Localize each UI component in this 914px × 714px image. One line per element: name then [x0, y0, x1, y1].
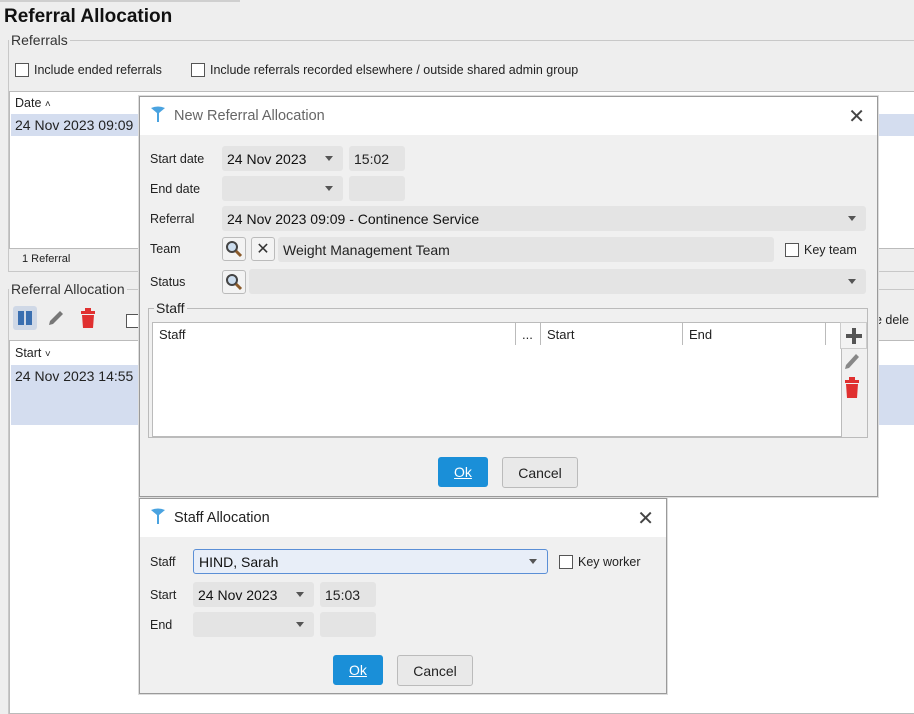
- sort-down-icon: ˅: [44, 349, 51, 360]
- include-ended-checkbox[interactable]: Include ended referrals: [15, 63, 162, 77]
- chevron-down-icon: [848, 279, 856, 284]
- dialog-title: New Referral Allocation: [174, 108, 325, 124]
- key-worker-label: Key worker: [578, 555, 641, 569]
- start-column-header[interactable]: Start ˅: [15, 346, 51, 360]
- close-icon[interactable]: ✕: [637, 506, 654, 531]
- dialog-title: Staff Allocation: [174, 510, 270, 526]
- staff-allocation-dialog: Staff Allocation ✕ Staff HIND, Sarah Key…: [139, 498, 667, 694]
- start-label: Start: [150, 588, 177, 602]
- page-title: Referral Allocation: [4, 6, 173, 27]
- chevron-down-icon: [296, 622, 304, 627]
- allocation-legend: Referral Allocation: [11, 281, 125, 297]
- include-ended-label: Include ended referrals: [34, 63, 162, 77]
- chevron-down-icon: [848, 216, 856, 221]
- chevron-down-icon: [296, 592, 304, 597]
- end-label: End: [150, 618, 173, 632]
- allocation-row-start: 24 Nov 2023 14:55: [15, 368, 134, 384]
- more-column-header[interactable]: ...: [516, 323, 541, 345]
- cancel-button[interactable]: Cancel: [502, 457, 578, 488]
- staff-label: Staff: [150, 555, 176, 569]
- start-time-field[interactable]: 15:03: [320, 582, 376, 607]
- date-column-header[interactable]: Date ˄: [15, 96, 51, 110]
- include-elsewhere-label: Include referrals recorded elsewhere / o…: [210, 63, 579, 77]
- status-search-button[interactable]: [222, 270, 246, 294]
- referral-combo[interactable]: 24 Nov 2023 09:09 - Continence Service: [222, 206, 866, 231]
- staff-combo[interactable]: HIND, Sarah: [193, 549, 548, 574]
- chevron-down-icon: [325, 156, 333, 161]
- search-icon: [226, 241, 243, 258]
- dialog-titlebar: Staff Allocation ✕: [140, 499, 666, 537]
- dialog-titlebar: New Referral Allocation ✕: [140, 97, 877, 135]
- team-label: Team: [150, 242, 181, 256]
- referral-row-date: 24 Nov 2023 09:09: [15, 117, 134, 133]
- chevron-down-icon: [325, 186, 333, 191]
- team-search-button[interactable]: [222, 237, 246, 261]
- delete-icon[interactable]: [78, 307, 98, 332]
- trash-icon: [845, 377, 859, 398]
- date-header-label: Date: [15, 96, 42, 110]
- status-combo[interactable]: [249, 269, 866, 294]
- new-referral-allocation-dialog: New Referral Allocation ✕ Start date 24 …: [139, 96, 878, 497]
- team-field[interactable]: Weight Management Team: [278, 237, 774, 262]
- referrals-legend: Referrals: [11, 32, 68, 48]
- start-time-field[interactable]: 15:02: [349, 146, 405, 171]
- start-date-value: 24 Nov 2023: [227, 150, 307, 167]
- team-clear-button[interactable]: ✕: [251, 237, 275, 261]
- checkbox-box[interactable]: [559, 555, 573, 569]
- add-staff-button[interactable]: [840, 322, 867, 349]
- plus-icon: [845, 327, 862, 344]
- cancel-button[interactable]: Cancel: [397, 655, 473, 686]
- key-team-checkbox[interactable]: Key team: [785, 243, 857, 257]
- end-date-combo[interactable]: [222, 176, 343, 201]
- start-date-label: Start date: [150, 152, 205, 166]
- start-header-label: Start: [15, 346, 42, 360]
- app-logo-icon: [150, 507, 168, 529]
- start-column-header[interactable]: Start: [541, 323, 683, 345]
- pencil-icon: [845, 354, 859, 369]
- app-logo-icon: [150, 105, 168, 127]
- columns-icon[interactable]: [13, 306, 37, 330]
- end-date-combo[interactable]: [193, 612, 314, 637]
- status-label: Status: [150, 275, 186, 289]
- staff-value: HIND, Sarah: [199, 553, 279, 570]
- start-date-combo[interactable]: 24 Nov 2023: [193, 582, 314, 607]
- sort-up-icon: ˄: [44, 99, 51, 110]
- close-icon[interactable]: ✕: [848, 104, 865, 129]
- start-date-combo[interactable]: 24 Nov 2023: [222, 146, 343, 171]
- edit-icon[interactable]: [46, 308, 66, 331]
- ok-button[interactable]: Ok: [333, 655, 383, 685]
- edit-staff-button[interactable]: [842, 350, 862, 375]
- include-elsewhere-checkbox[interactable]: Include referrals recorded elsewhere / o…: [191, 63, 578, 77]
- top-border: [0, 0, 240, 2]
- staff-table: Staff ... Start End: [152, 322, 842, 437]
- referral-value: 24 Nov 2023 09:09 - Continence Service: [227, 210, 480, 227]
- staff-legend: Staff: [156, 300, 185, 316]
- key-team-label: Key team: [804, 243, 857, 257]
- end-time-field[interactable]: [349, 176, 405, 201]
- start-date-value: 24 Nov 2023: [198, 586, 278, 603]
- search-icon: [226, 274, 243, 291]
- close-icon: ✕: [256, 241, 270, 258]
- checkbox-box[interactable]: [15, 63, 29, 77]
- checkbox-box[interactable]: [785, 243, 799, 257]
- chevron-down-icon: [529, 559, 537, 564]
- allocation-checkbox[interactable]: [126, 314, 140, 328]
- ok-button[interactable]: Ok: [438, 457, 488, 487]
- checkbox-box[interactable]: [191, 63, 205, 77]
- staff-column-header[interactable]: Staff: [153, 323, 516, 345]
- end-date-label: End date: [150, 182, 201, 196]
- delete-staff-button[interactable]: [843, 377, 861, 402]
- end-time-field[interactable]: [320, 612, 376, 637]
- referral-label: Referral: [150, 212, 195, 226]
- referral-count: 1 Referral: [22, 253, 71, 265]
- end-column-header[interactable]: End: [683, 323, 826, 345]
- key-worker-checkbox[interactable]: Key worker: [559, 555, 641, 569]
